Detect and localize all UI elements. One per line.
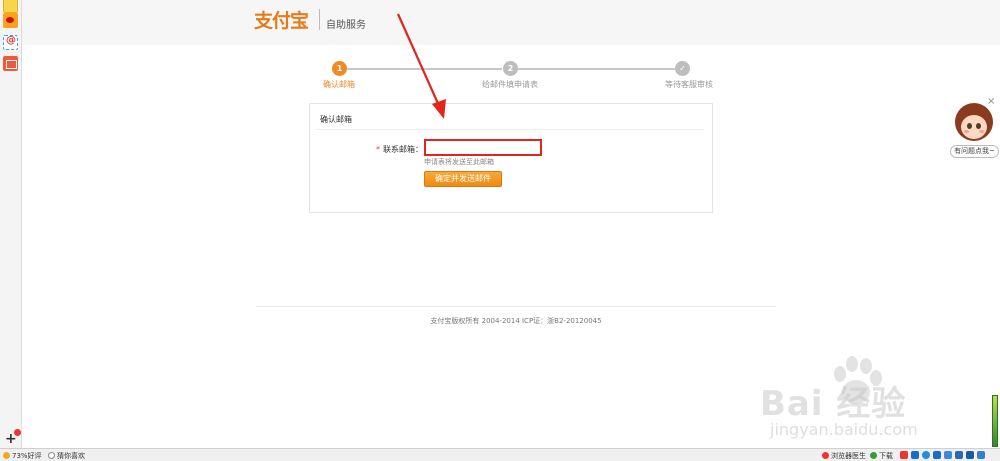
- page-subtitle: 自助服务: [326, 20, 366, 31]
- tray-icons: [900, 450, 992, 461]
- step-1-circle: 1: [332, 61, 347, 76]
- guess-like-item[interactable]: 猜你喜欢: [48, 451, 85, 461]
- guess-like-text: 猜你喜欢: [57, 452, 85, 460]
- help-avatar[interactable]: [955, 103, 993, 141]
- rating-item[interactable]: 73%好评: [3, 451, 42, 461]
- download-text: 下载: [879, 452, 893, 460]
- ime-s-icon[interactable]: [900, 451, 908, 459]
- status-bar: 73%好评 猜你喜欢 浏览器医生 下载: [0, 448, 1000, 461]
- step-connector-1: [347, 68, 502, 70]
- download-item[interactable]: 下载: [870, 451, 893, 461]
- panel-divider: [316, 129, 704, 130]
- ime-cn-icon[interactable]: [911, 451, 919, 459]
- ime-moon-icon[interactable]: [922, 451, 930, 459]
- footer-divider: [256, 306, 776, 307]
- avatar-eye: [976, 123, 981, 129]
- logo-divider: [319, 9, 320, 30]
- watermark-url: jingyan.baidu.com: [770, 420, 918, 439]
- shopping-icon[interactable]: [3, 56, 18, 71]
- browser-sidebar: +: [0, 0, 22, 448]
- alipay-logo[interactable]: 支付宝: [254, 6, 309, 33]
- avatar-blush: [979, 130, 984, 133]
- watermark-brand: Bai 经验: [760, 384, 907, 424]
- step-3-check-icon: ✓: [675, 61, 690, 76]
- doctor-item[interactable]: 浏览器医生: [822, 451, 866, 461]
- email-label-text: 联系邮箱：: [383, 145, 423, 154]
- ime-keyboard-icon[interactable]: [944, 451, 952, 459]
- step-3-label: 等待客服审核: [665, 80, 713, 89]
- panel-title: 确认邮箱: [320, 115, 352, 124]
- ime-dot-icon[interactable]: [933, 451, 941, 459]
- email-input[interactable]: [424, 139, 542, 156]
- help-button[interactable]: 有问题点我~: [950, 145, 999, 158]
- step-1-label: 确认邮箱: [323, 80, 355, 89]
- ime-settings-icon[interactable]: [977, 451, 985, 459]
- download-icon: [870, 452, 877, 459]
- favorites-icon[interactable]: [3, 0, 18, 13]
- step-connector-2: [518, 68, 675, 70]
- confirm-send-email-button[interactable]: 确定并发送邮件: [424, 171, 502, 187]
- ime-tools-icon[interactable]: [955, 451, 963, 459]
- doctor-icon: [822, 452, 829, 459]
- doctor-text: 浏览器医生: [831, 452, 866, 460]
- network-meter: [992, 395, 998, 447]
- notification-badge: [14, 429, 21, 436]
- smile-icon: [3, 452, 10, 459]
- avatar-blush: [964, 130, 969, 133]
- page-header: [22, 0, 1000, 45]
- avatar-eye: [967, 123, 972, 129]
- confirm-email-panel: 确认邮箱: [309, 103, 713, 213]
- step-2-circle: 2: [503, 61, 518, 76]
- mail-icon[interactable]: [3, 35, 18, 50]
- weibo-icon[interactable]: [3, 13, 18, 28]
- email-label: * 联系邮箱：: [376, 144, 423, 155]
- footer-copyright: 支付宝版权所有 2004-2014 ICP证：浙B2-20120045: [430, 317, 602, 325]
- avatar-face: [961, 115, 987, 139]
- ime-shirt-icon[interactable]: [966, 451, 974, 459]
- email-hint: 申请表将发送至此邮箱: [424, 158, 494, 166]
- step-2-label: 给邮件填申请表: [482, 80, 538, 89]
- guess-icon: [48, 452, 55, 459]
- required-mark: *: [376, 145, 380, 154]
- help-close-icon[interactable]: ×: [987, 96, 995, 107]
- rating-text: 73%好评: [12, 452, 42, 460]
